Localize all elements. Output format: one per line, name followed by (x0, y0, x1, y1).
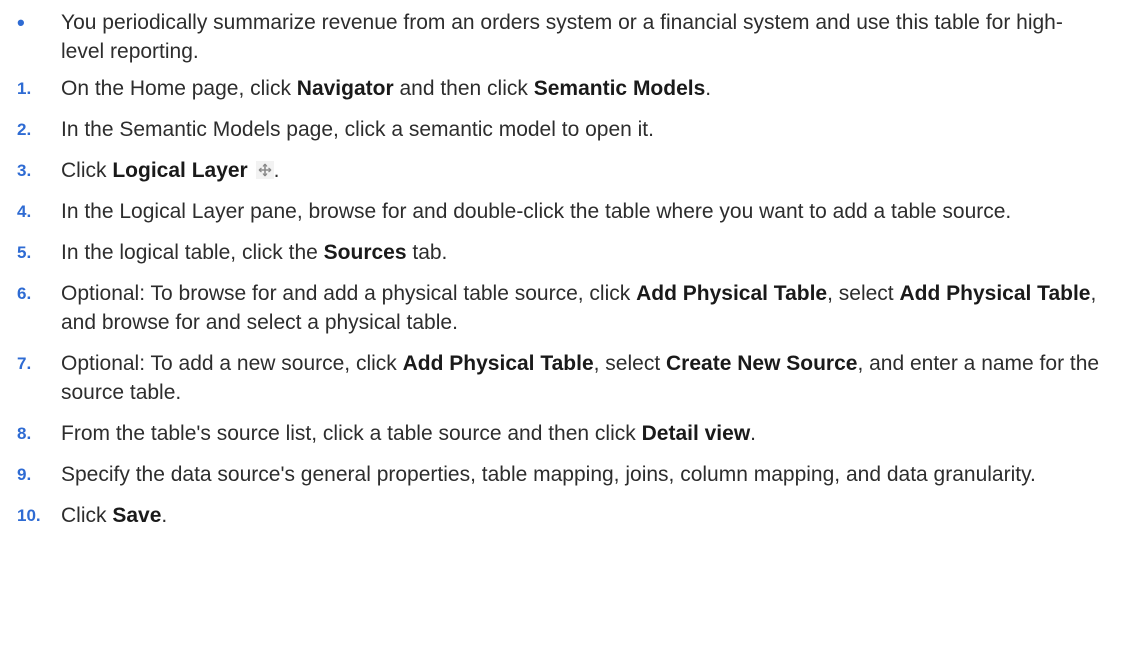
logical-layer-label: Logical Layer (112, 159, 248, 182)
step-text: Optional: To add a new source, click Add… (61, 352, 1100, 404)
create-new-source-option: Create New Source (666, 352, 858, 375)
bullet-text: You periodically summarize revenue from … (61, 11, 1063, 63)
step-9: 9. Specify the data source's general pro… (8, 460, 1105, 489)
step-number: 1. (17, 79, 32, 98)
step-1: 1. On the Home page, click Navigator and… (8, 74, 1105, 103)
step-number: 5. (17, 243, 32, 262)
step-5: 5. In the logical table, click the Sourc… (8, 238, 1105, 267)
bullet-marker: • (17, 10, 25, 35)
navigator-label: Navigator (296, 77, 394, 100)
step-text: In the logical table, click the Sources … (61, 241, 448, 264)
step-text: In the Logical Layer pane, browse for an… (61, 200, 1012, 223)
semantic-models-label: Semantic Models (533, 77, 706, 100)
step-number: 8. (17, 424, 32, 443)
step-text: Optional: To browse for and add a physic… (61, 282, 1097, 334)
step-number: 4. (17, 202, 32, 221)
step-number: 10. (17, 506, 41, 525)
sources-label: Sources (323, 241, 407, 264)
step-number: 9. (17, 465, 32, 484)
step-number: 7. (17, 354, 32, 373)
step-10: 10. Click Save. (8, 501, 1105, 530)
step-4: 4. In the Logical Layer pane, browse for… (8, 197, 1105, 226)
step-text: Click Logical Layer . (61, 159, 280, 182)
step-6: 6. Optional: To browse for and add a phy… (8, 279, 1105, 337)
step-text: Specify the data source's general proper… (61, 463, 1036, 486)
step-text: On the Home page, click Navigator and th… (61, 77, 712, 100)
step-text: Click Save. (61, 504, 168, 527)
add-physical-table-option: Add Physical Table (899, 282, 1091, 305)
save-label: Save (112, 504, 162, 527)
step-text: In the Semantic Models page, click a sem… (61, 118, 654, 141)
step-number: 3. (17, 161, 32, 180)
step-8: 8. From the table's source list, click a… (8, 419, 1105, 448)
detail-view-label: Detail view (641, 422, 751, 445)
document-body: • You periodically summarize revenue fro… (0, 0, 1145, 530)
step-7: 7. Optional: To add a new source, click … (8, 349, 1105, 407)
intro-bullet-item: • You periodically summarize revenue fro… (8, 8, 1105, 66)
step-number: 6. (17, 284, 32, 303)
step-3: 3. Click Logical Layer . (8, 156, 1105, 185)
logical-layer-icon (255, 161, 274, 179)
step-text: From the table's source list, click a ta… (61, 422, 757, 445)
step-2: 2. In the Semantic Models page, click a … (8, 115, 1105, 144)
add-physical-table-label: Add Physical Table (402, 352, 594, 375)
step-number: 2. (17, 120, 32, 139)
add-physical-table-label: Add Physical Table (636, 282, 828, 305)
